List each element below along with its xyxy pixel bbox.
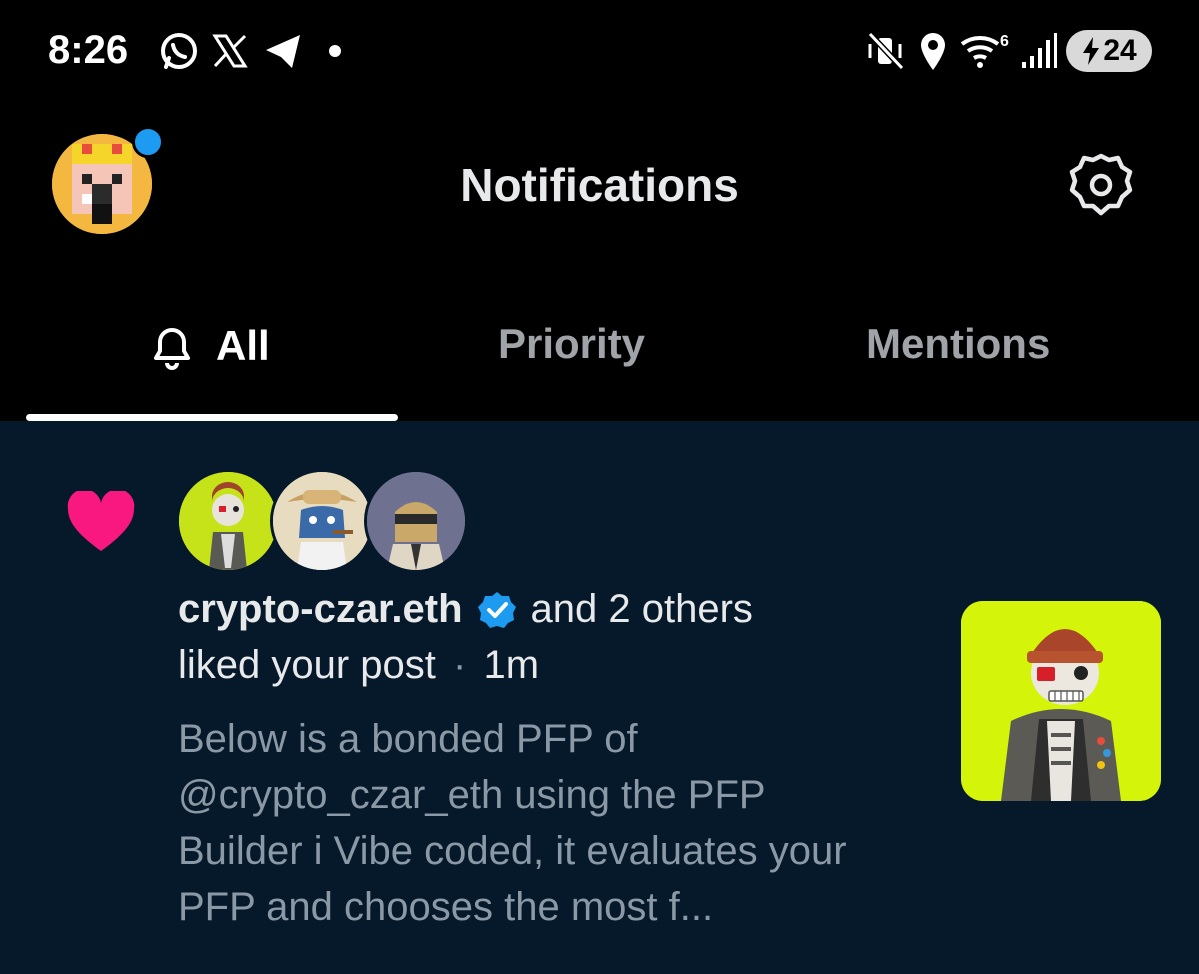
liker-avatar-skeleton[interactable] [176, 469, 280, 573]
notification-headline: crypto-czar.eth and 2 others [178, 587, 753, 632]
liker-avatar-giraffe[interactable] [270, 469, 374, 573]
battery-indicator: 24 [1066, 30, 1152, 72]
bell-icon [154, 328, 190, 370]
active-tab-indicator [26, 414, 398, 421]
tab-mentions-label: Mentions [866, 320, 1051, 367]
notification-tabs: All Priority Mentions [0, 260, 1199, 421]
tab-all-label: All [216, 322, 270, 369]
telegram-icon [266, 35, 300, 68]
whatsapp-icon [161, 33, 197, 69]
post-thumbnail[interactable] [961, 601, 1161, 801]
username[interactable]: crypto-czar.eth [178, 587, 463, 632]
tab-mentions[interactable]: Mentions [866, 320, 1050, 368]
liker-avatar-ape[interactable] [364, 469, 468, 573]
signal-icon [1022, 33, 1057, 68]
status-time: 8:26 [48, 28, 129, 72]
heart-icon [67, 491, 135, 551]
svg-text:6: 6 [1000, 33, 1009, 50]
new-notification-dot [132, 126, 164, 158]
charging-bolt-icon [1083, 37, 1100, 65]
tab-all[interactable]: All [146, 320, 270, 372]
location-icon [921, 33, 945, 70]
notification-item[interactable]: crypto-czar.eth and 2 others liked your … [0, 421, 1199, 974]
separator: · [453, 643, 467, 687]
liker-avatars [176, 469, 476, 573]
x-icon [212, 34, 248, 68]
verified-badge-icon [477, 591, 516, 628]
action-text: liked your post [178, 643, 436, 687]
post-preview-text[interactable]: Below is a bonded PFP of @crypto_czar_et… [178, 711, 898, 935]
settings-gear-icon[interactable] [1066, 150, 1136, 220]
status-bar: 8:26 6 24 [0, 0, 1199, 110]
skeleton-pfp-image [961, 601, 1161, 801]
header: Notifications [0, 110, 1199, 260]
notification-action-line: liked your post · 1m [178, 643, 539, 688]
notification-time: 1m [483, 643, 540, 687]
others-text: and 2 others [530, 587, 753, 631]
tab-priority-label: Priority [498, 320, 646, 367]
wifi-6-icon: 6 [960, 33, 1009, 68]
vibrate-off-icon [867, 31, 905, 71]
giraffe-avatar-image [273, 472, 371, 570]
dot-icon [329, 45, 341, 57]
tab-priority[interactable]: Priority [498, 320, 645, 368]
ape-avatar-image [367, 472, 465, 570]
page-title: Notifications [460, 159, 739, 211]
battery-level: 24 [1103, 34, 1137, 67]
skeleton-avatar-image [179, 472, 277, 570]
